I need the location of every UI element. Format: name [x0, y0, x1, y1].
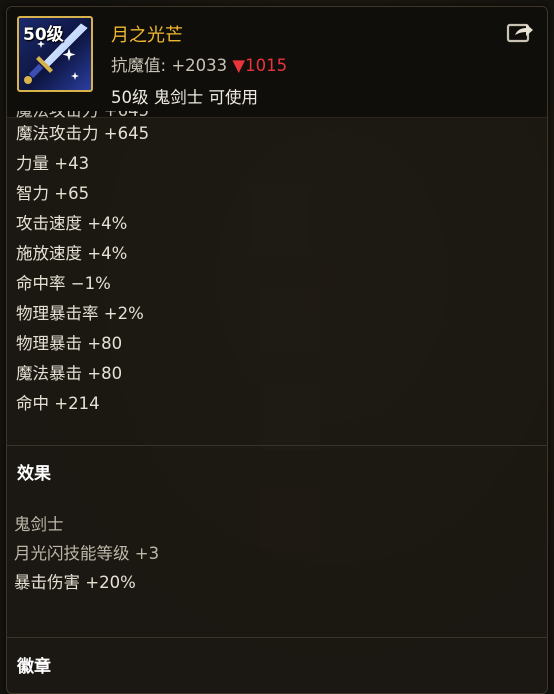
- effects-title: 效果: [17, 464, 51, 484]
- down-arrow-icon: ▼: [232, 56, 246, 75]
- share-button[interactable]: [506, 20, 534, 44]
- stat-cast-speed: 施放速度 +4%: [16, 244, 128, 263]
- stat-physical-crit: 物理暴击 +80: [16, 334, 123, 353]
- stat-magic-attack: 魔法攻击力 +645: [16, 124, 150, 143]
- anti-magic-label: 抗魔值:: [111, 56, 167, 75]
- stat-physical-crit-rate: 物理暴击率 +2%: [16, 304, 144, 323]
- stat-strength: 力量 +43: [16, 154, 90, 173]
- stat-attack-speed: 攻击速度 +4%: [16, 214, 128, 233]
- item-requirement: 50级 鬼剑士 可使用: [111, 88, 258, 107]
- effect-skill-line: 月光闪技能等级 +3: [14, 544, 160, 563]
- stat-magic-crit: 魔法暴击 +80: [16, 364, 123, 383]
- effect-crit-damage-line: 暴击伤害 +20%: [14, 573, 136, 592]
- divider: [7, 445, 547, 446]
- anti-magic-row: 抗魔值: +2033 ▼1015: [111, 52, 287, 76]
- divider: [7, 637, 547, 638]
- item-level-badge: 50级: [23, 25, 64, 45]
- item-tooltip: 50级 月之光芒 抗魔值: +2033 ▼1015 50级 鬼剑士 可使用 魔法…: [6, 6, 548, 694]
- stat-hit-rate: 命中率 −1%: [16, 274, 111, 293]
- tooltip-header: 50级 月之光芒 抗魔值: +2033 ▼1015 50级 鬼剑士 可使用: [7, 7, 547, 118]
- effect-class-line: 鬼剑士: [14, 515, 64, 534]
- share-icon: [506, 23, 533, 43]
- stat-intelligence: 智力 +65: [16, 184, 90, 203]
- stat-hit: 命中 +214: [16, 394, 100, 413]
- blue-sword-icon: 50级: [17, 16, 93, 92]
- item-name: 月之光芒: [111, 25, 183, 46]
- emblem-title: 徽章: [17, 657, 51, 677]
- anti-magic-down-value: 1015: [245, 56, 288, 75]
- stats-list: 魔法攻击力 +645 力量 +43 智力 +65 攻击速度 +4% 施放速度 +…: [16, 119, 536, 419]
- anti-magic-value: +2033: [171, 56, 228, 75]
